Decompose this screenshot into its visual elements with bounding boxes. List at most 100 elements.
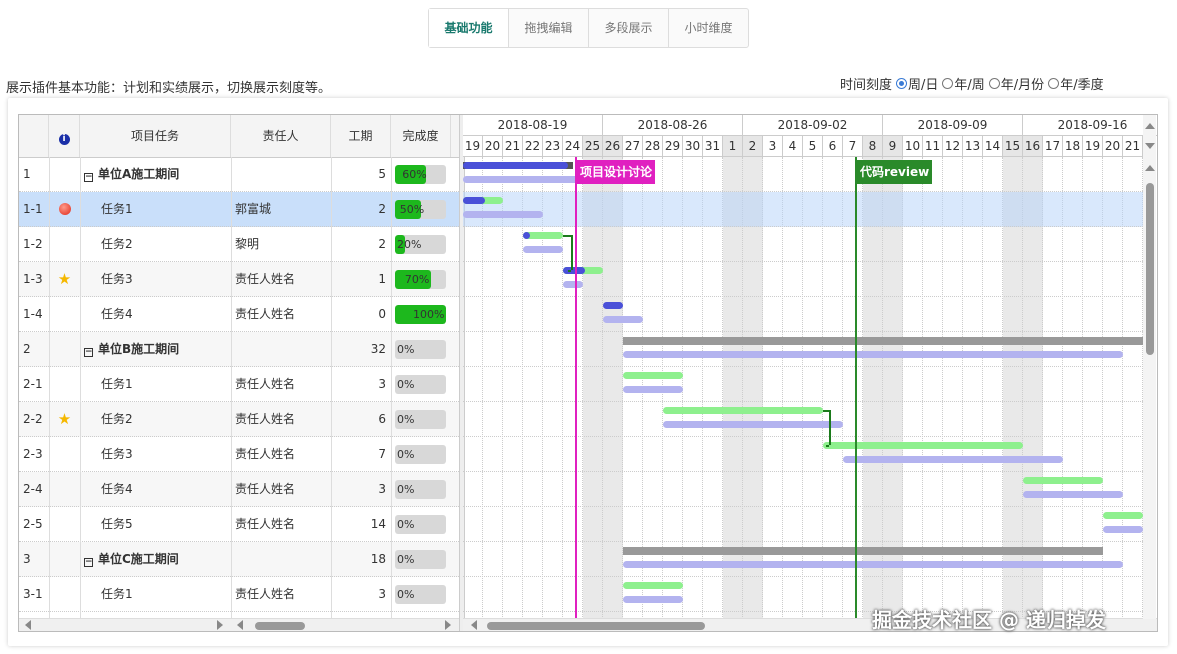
day-header[interactable]: 8 — [863, 136, 883, 157]
table-row[interactable]: 3-1 任务1 责任人姓名 3 0% — [19, 577, 459, 612]
scale-option-3[interactable]: 年/季度 — [1048, 74, 1104, 93]
plan-bar[interactable] — [623, 561, 1123, 568]
done-bar[interactable] — [463, 197, 485, 204]
day-header[interactable]: 25 — [583, 136, 603, 157]
day-header[interactable]: 19 — [1083, 136, 1103, 157]
done-bar[interactable] — [563, 267, 585, 274]
chart-scroll-thumb[interactable] — [487, 622, 705, 630]
chart-row[interactable] — [463, 367, 1143, 402]
day-header[interactable]: 18 — [1063, 136, 1083, 157]
plan-bar[interactable] — [623, 351, 1123, 358]
table-row[interactable]: 2-5 任务5 责任人姓名 14 0% — [19, 507, 459, 542]
chart-row[interactable] — [463, 227, 1143, 262]
scroll-right-icon[interactable] — [217, 620, 223, 630]
day-header[interactable]: 6 — [823, 136, 843, 157]
tab-1[interactable]: 拖拽编辑 — [509, 9, 589, 47]
day-header[interactable]: 21 — [1123, 136, 1143, 157]
radio-icon[interactable] — [988, 78, 1000, 89]
day-header[interactable]: 13 — [963, 136, 983, 157]
actual-bar[interactable] — [623, 372, 683, 379]
day-header[interactable]: 24 — [563, 136, 583, 157]
day-header[interactable]: 11 — [923, 136, 943, 157]
collapse-icon[interactable]: − — [84, 348, 93, 357]
grid-scrollbar-right[interactable] — [231, 618, 459, 631]
header-info[interactable]: i — [49, 115, 80, 157]
day-header[interactable]: 17 — [1043, 136, 1063, 157]
vscroll-thumb[interactable] — [1146, 183, 1154, 355]
plan-bar[interactable] — [843, 456, 1063, 463]
summary-bar[interactable] — [623, 547, 1103, 555]
actual-bar[interactable] — [1023, 477, 1103, 484]
day-header[interactable]: 1 — [723, 136, 743, 157]
chart-row[interactable] — [463, 437, 1143, 472]
header-task[interactable]: 项目任务 — [80, 115, 231, 157]
header-progress[interactable]: 完成度 — [391, 115, 451, 157]
scroll-left-icon[interactable] — [25, 620, 31, 630]
day-header[interactable]: 19 — [463, 136, 483, 157]
grid-scroll-thumb[interactable] — [255, 622, 305, 630]
radio-icon[interactable] — [896, 78, 908, 89]
day-header[interactable]: 2 — [743, 136, 763, 157]
done-bar[interactable] — [523, 232, 530, 239]
day-header[interactable]: 20 — [483, 136, 503, 157]
scale-option-2[interactable]: 年/月份 — [988, 74, 1044, 93]
done-bar[interactable] — [463, 162, 568, 169]
table-row[interactable]: 2-4 任务4 责任人姓名 3 0% — [19, 472, 459, 507]
day-header[interactable]: 9 — [883, 136, 903, 157]
week-header[interactable]: 2018-09-16 — [1023, 115, 1157, 136]
plan-bar[interactable] — [623, 386, 683, 393]
table-row[interactable]: 2 − 单位B施工期间 32 0% — [19, 332, 459, 367]
day-header[interactable]: 16 — [1023, 136, 1043, 157]
radio-icon[interactable] — [942, 78, 954, 89]
scroll-left-icon[interactable] — [237, 620, 243, 630]
day-header[interactable]: 28 — [643, 136, 663, 157]
tab-2[interactable]: 多段展示 — [589, 9, 669, 47]
header-vscroll[interactable] — [1143, 115, 1156, 157]
day-header[interactable]: 26 — [603, 136, 623, 157]
collapse-icon[interactable]: − — [84, 558, 93, 567]
table-row[interactable]: 1-4 任务4 责任人姓名 0 100% — [19, 297, 459, 332]
table-row[interactable]: 1 − 单位A施工期间 5 60% — [19, 157, 459, 192]
scroll-up-icon[interactable] — [1145, 165, 1155, 171]
plan-bar[interactable] — [623, 596, 683, 603]
week-header[interactable]: 2018-09-09 — [883, 115, 1023, 136]
day-header[interactable]: 29 — [663, 136, 683, 157]
table-row[interactable]: 2-1 任务1 责任人姓名 3 0% — [19, 367, 459, 402]
day-header[interactable]: 12 — [943, 136, 963, 157]
plan-bar[interactable] — [1023, 491, 1123, 498]
header-duration[interactable]: 工期 — [331, 115, 391, 157]
scroll-left-icon[interactable] — [471, 620, 477, 630]
milestone-label[interactable]: 项目设计讨论 — [577, 160, 656, 184]
table-row[interactable]: 1-1 任务1 郭富城 2 50% — [19, 192, 459, 227]
milestone-label[interactable]: 代码review — [857, 160, 933, 184]
plan-bar[interactable] — [523, 246, 563, 253]
header-owner[interactable]: 责任人 — [231, 115, 331, 157]
actual-bar[interactable] — [663, 407, 823, 414]
tab-0[interactable]: 基础功能 — [429, 9, 509, 47]
day-header[interactable]: 15 — [1003, 136, 1023, 157]
chart-row[interactable] — [463, 297, 1143, 332]
table-row[interactable]: 2-3 任务3 责任人姓名 7 0% — [19, 437, 459, 472]
actual-bar[interactable] — [823, 442, 1023, 449]
day-header[interactable]: 10 — [903, 136, 923, 157]
chart-row[interactable] — [463, 192, 1143, 227]
day-header[interactable]: 14 — [983, 136, 1003, 157]
table-row[interactable]: 1-3 ★ 任务3 责任人姓名 1 70% — [19, 262, 459, 297]
week-header[interactable]: 2018-08-26 — [603, 115, 743, 136]
table-row[interactable]: 1-2 任务2 黎明 2 20% — [19, 227, 459, 262]
chart-row[interactable] — [463, 507, 1143, 542]
plan-bar[interactable] — [663, 421, 843, 428]
scroll-up-icon[interactable] — [1145, 123, 1155, 129]
collapse-icon[interactable]: − — [84, 173, 93, 182]
actual-bar[interactable] — [1103, 512, 1143, 519]
day-header[interactable]: 7 — [843, 136, 863, 157]
day-header[interactable]: 3 — [763, 136, 783, 157]
done-bar[interactable] — [603, 302, 623, 309]
plan-bar[interactable] — [1103, 526, 1143, 533]
day-header[interactable]: 31 — [703, 136, 723, 157]
plan-bar[interactable] — [563, 281, 583, 288]
actual-bar[interactable] — [623, 582, 683, 589]
chart-vscroll[interactable] — [1143, 157, 1156, 619]
tab-3[interactable]: 小时维度 — [669, 9, 748, 47]
day-header[interactable]: 22 — [523, 136, 543, 157]
